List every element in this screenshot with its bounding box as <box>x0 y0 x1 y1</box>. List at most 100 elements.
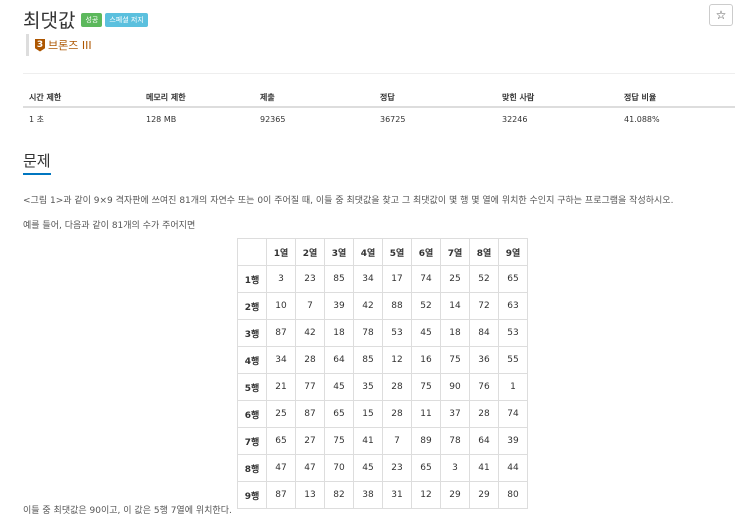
grid-cell: 75 <box>411 373 441 401</box>
grid-cell: 23 <box>295 265 325 293</box>
grid-cell: 70 <box>324 454 354 482</box>
stats-header-submissions: 제출 <box>254 88 374 108</box>
grid-cell: 77 <box>295 373 325 401</box>
stats-header-memory-limit: 메모리 제한 <box>140 88 254 108</box>
grid-cell: 21 <box>266 373 296 401</box>
grid-cell: 52 <box>469 265 499 293</box>
tier-indicator: 3 브론즈 III <box>26 34 92 56</box>
grid-cell: 29 <box>440 481 470 509</box>
grid-cell: 80 <box>498 481 528 509</box>
grid-cell: 13 <box>295 481 325 509</box>
problem-stats-table: 시간 제한 메모리 제한 제출 정답 맞힌 사람 정답 비율 1 초 128 M… <box>23 88 735 130</box>
grid-cell: 64 <box>324 346 354 374</box>
grid-cell: 89 <box>411 427 441 455</box>
bronze-tier-icon: 3 <box>35 38 45 52</box>
grid-cell: 52 <box>411 292 441 320</box>
stats-header-row: 시간 제한 메모리 제한 제출 정답 맞힌 사람 정답 비율 <box>23 88 735 108</box>
grid-col-header: 6열 <box>411 238 441 266</box>
grid-col-header: 1열 <box>266 238 296 266</box>
grid-row-header: 3행 <box>237 319 267 347</box>
grid-cell: 42 <box>295 319 325 347</box>
grid-cell: 16 <box>411 346 441 374</box>
grid-cell: 76 <box>469 373 499 401</box>
grid-cell: 75 <box>440 346 470 374</box>
grid-cell: 84 <box>469 319 499 347</box>
stats-solved-users: 32246 <box>502 114 528 124</box>
grid-cell: 78 <box>353 319 383 347</box>
grid-cell: 35 <box>353 373 383 401</box>
grid-cell: 17 <box>382 265 412 293</box>
grid-cell: 29 <box>469 481 499 509</box>
page-title: 최댓값 <box>23 10 76 32</box>
example-grid-table: 1열 2열 3열 4열 5열 6열 7열 8열 9열 1행 3 23 85 34 17 74 25 52 65 2행… <box>237 238 528 509</box>
grid-cell: 39 <box>324 292 354 320</box>
grid-cell: 28 <box>382 373 412 401</box>
grid-cell: 28 <box>295 346 325 374</box>
special-judge-badge: 스페셜 저지 <box>105 12 148 27</box>
grid-cell: 12 <box>411 481 441 509</box>
grid-row: 8행 47 47 70 45 23 65 3 41 44 <box>237 454 528 482</box>
description-line-3: 이들 중 최댓값은 90이고, 이 값은 5행 7열에 위치한다. <box>23 506 232 516</box>
grid-row-header: 1행 <box>237 265 267 293</box>
tier-label: 브론즈 III <box>48 39 92 52</box>
grid-cell: 74 <box>498 400 528 428</box>
grid-cell: 38 <box>353 481 383 509</box>
grid-row: 5행 21 77 45 35 28 75 90 76 1 <box>237 373 528 401</box>
grid-row: 3행 87 42 18 78 53 45 18 84 53 <box>237 319 528 347</box>
grid-cell: 14 <box>440 292 470 320</box>
stats-header-time-limit: 시간 제한 <box>23 88 140 108</box>
grid-col-header: 4열 <box>353 238 383 266</box>
grid-cell: 63 <box>498 292 528 320</box>
grid-cell: 15 <box>353 400 383 428</box>
grid-cell: 87 <box>266 481 296 509</box>
description-line-2: 예를 들어, 다음과 같이 81개의 수가 주어지면 <box>23 221 196 231</box>
grid-cell: 45 <box>324 373 354 401</box>
stats-value-row: 1 초 128 MB 92365 36725 32246 41.088% <box>23 107 735 130</box>
grid-cell: 34 <box>353 265 383 293</box>
stats-header-accuracy: 정답 비율 <box>618 88 735 108</box>
stats-header-solved-users: 맞힌 사람 <box>496 88 618 108</box>
grid-cell: 28 <box>382 400 412 428</box>
grid-cell: 47 <box>295 454 325 482</box>
grid-row: 9행 87 13 82 38 31 12 29 29 80 <box>237 481 528 509</box>
grid-cell: 64 <box>469 427 499 455</box>
grid-cell: 39 <box>498 427 528 455</box>
grid-col-header: 3열 <box>324 238 354 266</box>
grid-cell: 45 <box>411 319 441 347</box>
stats-time-limit: 1 초 <box>29 114 44 124</box>
grid-cell: 25 <box>440 265 470 293</box>
grid-cell: 7 <box>382 427 412 455</box>
grid-cell: 28 <box>469 400 499 428</box>
grid-cell: 90 <box>440 373 470 401</box>
grid-cell: 25 <box>266 400 296 428</box>
grid-cell: 88 <box>382 292 412 320</box>
grid-row-header: 5행 <box>237 373 267 401</box>
grid-row-header: 8행 <box>237 454 267 482</box>
grid-cell: 75 <box>324 427 354 455</box>
grid-row: 2행 10 7 39 42 88 52 14 72 63 <box>237 292 528 320</box>
stats-submissions: 92365 <box>260 114 286 124</box>
stats-accepted: 36725 <box>380 114 406 124</box>
grid-cell: 87 <box>266 319 296 347</box>
grid-cell: 55 <box>498 346 528 374</box>
grid-cell: 85 <box>324 265 354 293</box>
title-row: 최댓값 성공 스페셜 저지 <box>23 6 151 33</box>
grid-cell: 31 <box>382 481 412 509</box>
grid-cell: 72 <box>469 292 499 320</box>
grid-row: 4행 34 28 64 85 12 16 75 36 55 <box>237 346 528 374</box>
grid-col-header: 2열 <box>295 238 325 266</box>
grid-row-header: 2행 <box>237 292 267 320</box>
grid-cell: 37 <box>440 400 470 428</box>
grid-cell: 23 <box>382 454 412 482</box>
grid-row: 6행 25 87 65 15 28 11 37 28 74 <box>237 400 528 428</box>
grid-cell: 78 <box>440 427 470 455</box>
grid-col-header: 5열 <box>382 238 412 266</box>
favorite-button[interactable]: ☆ <box>709 4 733 26</box>
grid-row-header: 4행 <box>237 346 267 374</box>
grid-cell: 85 <box>353 346 383 374</box>
grid-cell: 18 <box>440 319 470 347</box>
grid-cell: 65 <box>324 400 354 428</box>
grid-cell: 82 <box>324 481 354 509</box>
star-icon: ☆ <box>715 8 727 22</box>
grid-row-header: 9행 <box>237 481 267 509</box>
